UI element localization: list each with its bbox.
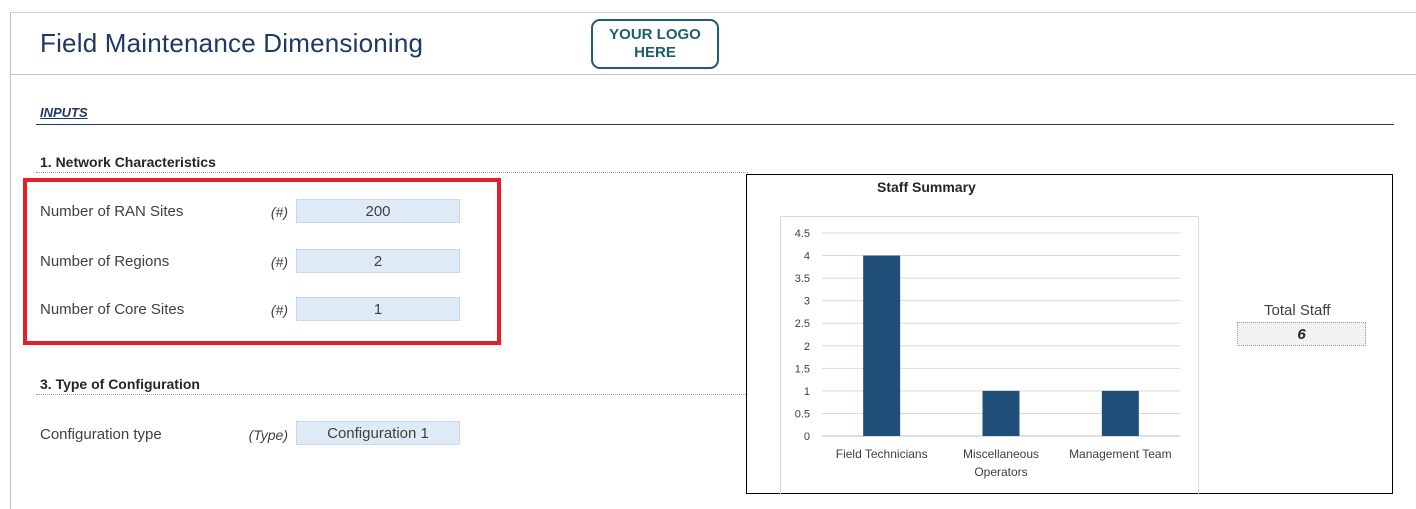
staff-chart-svg: 0 0.5 1 1.5 2 2.5 3 3.5 4 4.5 Field Technicians Mis…: [795, 228, 1180, 479]
total-staff-value: 6: [1237, 322, 1366, 346]
configuration-type-select[interactable]: Configuration 1: [296, 421, 460, 445]
page-title: Field Maintenance Dimensioning: [40, 28, 424, 58]
y-tick-label: 4: [804, 251, 810, 263]
configuration-type-title: 3. Type of Configuration: [40, 376, 200, 392]
configuration-type-label: Configuration type: [40, 426, 162, 443]
x-tick-label: Management Team: [1069, 447, 1172, 461]
y-tick-label: 4.5: [795, 228, 810, 240]
x-tick-label: Operators: [974, 465, 1027, 479]
inputs-heading: INPUTS: [40, 105, 88, 120]
x-tick-label: Miscellaneous: [963, 447, 1039, 461]
bar: [1101, 390, 1139, 436]
logo-placeholder: YOUR LOGO HERE: [591, 19, 719, 69]
y-tick-label: 3: [804, 296, 810, 308]
y-tick-label: 1.5: [795, 363, 810, 375]
bar: [863, 255, 901, 436]
bar: [982, 390, 1020, 436]
section-divider: [36, 172, 748, 173]
configuration-type-unit: (Type): [248, 427, 288, 443]
header-divider: [10, 74, 1416, 75]
x-tick-label: Field Technicians: [836, 447, 928, 461]
total-staff-label: Total Staff: [1264, 302, 1331, 319]
sheet-left-border: [10, 12, 11, 509]
logo-line-2: HERE: [634, 44, 676, 61]
inputs-divider: [36, 124, 1394, 125]
logo-line-1: YOUR LOGO: [609, 26, 701, 43]
y-tick-label: 0: [804, 431, 810, 443]
chart-title: Staff Summary: [877, 179, 976, 195]
sheet-top-border: [10, 12, 1416, 13]
y-tick-label: 3.5: [795, 273, 810, 285]
y-tick-label: 0.5: [795, 408, 810, 420]
network-characteristics-title: 1. Network Characteristics: [40, 154, 216, 170]
highlight-annotation: [23, 178, 501, 345]
y-tick-label: 1: [804, 386, 810, 398]
section-divider: [36, 394, 748, 395]
y-tick-label: 2.5: [795, 318, 810, 330]
y-tick-label: 2: [804, 341, 810, 353]
